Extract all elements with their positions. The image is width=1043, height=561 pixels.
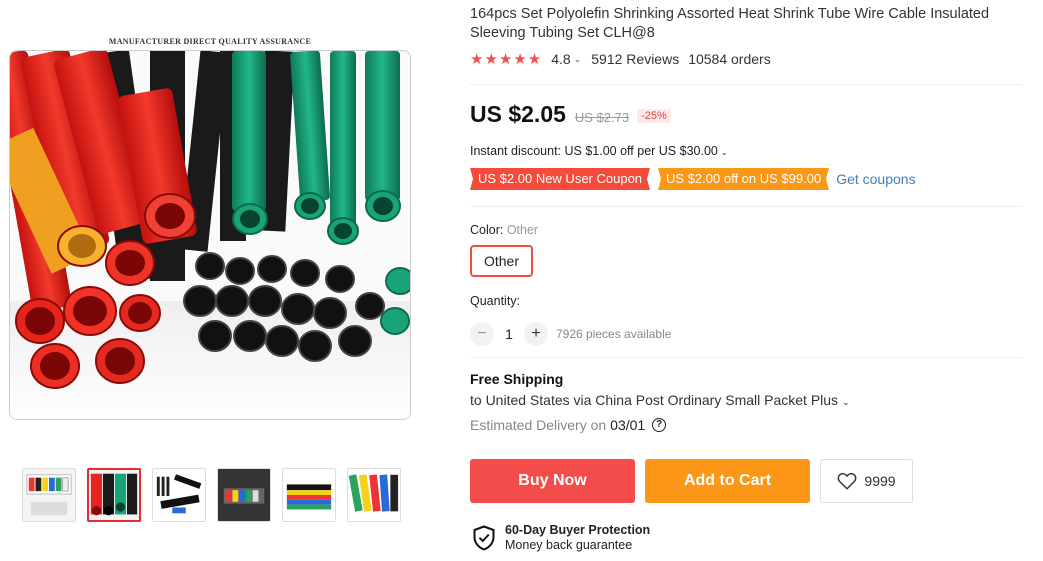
get-coupons-link[interactable]: Get coupons (836, 171, 915, 187)
price-row: US $2.05 US $2.73 -25% (470, 101, 671, 128)
product-title: 164pcs Set Polyolefin Shrinking Assorted… (470, 6, 990, 41)
shipping-method[interactable]: to United States via China Post Ordinary… (470, 392, 850, 408)
divider (470, 357, 1022, 358)
orders-count: 10584 orders (688, 51, 771, 67)
thumbnail-6[interactable] (347, 468, 401, 522)
protection-title: 60-Day Buyer Protection (505, 523, 651, 537)
color-value: Other (506, 223, 539, 237)
stock-available: 7926 pieces available (556, 327, 672, 341)
delivery-date: 03/01 (610, 417, 646, 433)
quantity-input[interactable]: 1 (494, 326, 524, 342)
product-photo (10, 51, 410, 419)
shield-check-icon (473, 524, 495, 551)
color-option-other[interactable]: Other (470, 245, 533, 277)
buy-now-button[interactable]: Buy Now (470, 459, 635, 503)
buyer-protection: 60-Day Buyer Protection Money back guara… (472, 523, 650, 552)
protection-subtitle: Money back guarantee (505, 538, 633, 552)
thumbnail-1[interactable] (22, 468, 76, 522)
add-to-cart-button[interactable]: Add to Cart (645, 459, 810, 503)
color-label: Color: Other (470, 223, 539, 237)
chevron-down-icon: ⌄ (720, 148, 728, 157)
rating-score[interactable]: 4.8 (551, 51, 570, 67)
thumbnail-5[interactable] (282, 468, 336, 522)
heart-icon (837, 472, 857, 490)
threshold-coupon[interactable]: US $2.00 off on US $99.00 (658, 168, 830, 190)
coupon-row: US $2.00 New User Coupon US $2.00 off on… (470, 168, 916, 190)
chevron-down-icon[interactable]: ⌄ (574, 54, 582, 65)
original-price: US $2.73 (574, 110, 630, 125)
increase-quantity-button[interactable]: + (524, 322, 548, 346)
discount-badge: -25% (637, 109, 671, 123)
thumbnail-strip (22, 468, 401, 522)
wishlist-button[interactable]: 9999 (820, 459, 913, 503)
shipping-title: Free Shipping (470, 371, 564, 387)
current-price: US $2.05 (470, 101, 566, 127)
estimated-delivery: Estimated Delivery on 03/01 ? (470, 417, 667, 433)
divider (470, 84, 1022, 85)
image-caption: MANUFACTURER DIRECT QUALITY ASSURANCE (108, 37, 312, 46)
decrease-quantity-button[interactable]: − (470, 322, 494, 346)
quantity-label: Quantity: (470, 294, 521, 308)
rating-row: ★★★★★ 4.8 ⌄ 5912 Reviews 10584 orders (470, 50, 771, 68)
chevron-down-icon: ⌄ (842, 397, 850, 407)
wishlist-count: 9999 (864, 473, 896, 489)
new-user-coupon[interactable]: US $2.00 New User Coupon (470, 168, 651, 190)
quantity-stepper: − 1 + 7926 pieces available (470, 322, 671, 346)
thumbnail-4[interactable] (217, 468, 271, 522)
thumbnail-2[interactable] (87, 468, 141, 522)
divider (470, 206, 1022, 207)
reviews-link[interactable]: 5912 Reviews (591, 51, 679, 67)
instant-discount-text: Instant discount: US $1.00 off per US $3… (470, 144, 718, 158)
thumbnail-3[interactable] (152, 468, 206, 522)
help-icon[interactable]: ? (652, 418, 667, 432)
instant-discount[interactable]: Instant discount: US $1.00 off per US $3… (470, 144, 728, 158)
main-product-image[interactable] (9, 50, 411, 420)
rating-stars-icon: ★★★★★ (470, 51, 543, 68)
